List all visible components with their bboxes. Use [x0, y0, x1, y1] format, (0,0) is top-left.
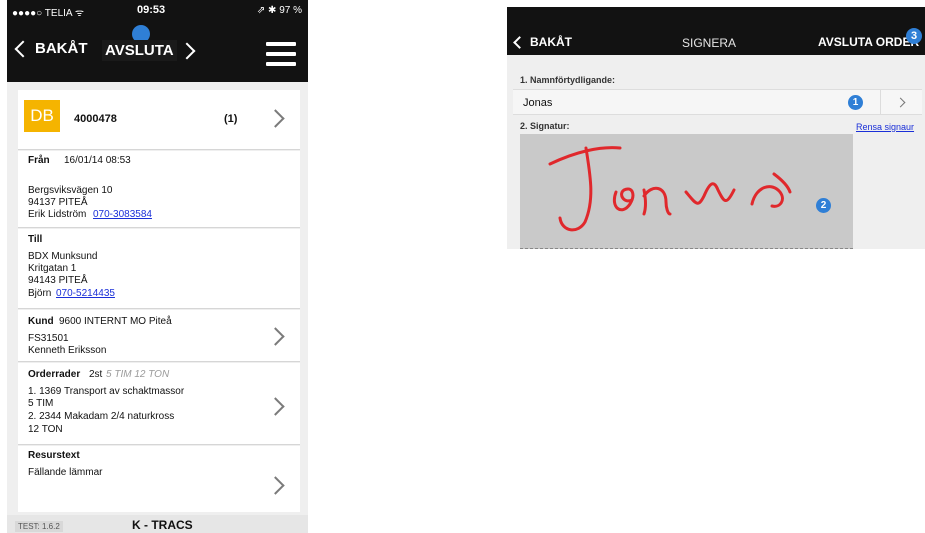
finish-button[interactable]: AVSLUTA	[102, 40, 196, 61]
to-label: Till	[28, 234, 43, 245]
version-label: TEST: 1.6.2	[15, 521, 63, 532]
order-type-badge: DB	[24, 100, 60, 132]
from-contact-name: Erik Lidström	[28, 209, 87, 220]
order-line-2-qty: 12 TON	[28, 424, 63, 435]
screenshot-stage: ●●●●○ TELIA ᯤ 09:53 ⇗ ✱ 97 % BAKÅT AVSLU…	[0, 0, 925, 533]
signature-nav-bar: BAKÅT SIGNERA AVSLUTA ORDER 3	[507, 7, 925, 55]
order-line-2: 2. 2344 Makadam 2/4 naturkross	[28, 411, 175, 422]
chevron-right-icon	[266, 397, 285, 416]
name-value: Jonas	[523, 97, 553, 109]
marker-2-icon: 2	[816, 198, 831, 213]
order-line-1-qty: 5 TIM	[28, 398, 54, 409]
back-label: BAKÅT	[35, 40, 88, 57]
resource-label: Resurstext	[28, 450, 80, 461]
back-button[interactable]: BAKÅT	[513, 35, 572, 49]
chevron-left-icon	[513, 35, 526, 49]
finish-label: AVSLUTA	[102, 40, 177, 61]
order-rows-summary: 5 TIM 12 TON	[106, 369, 170, 380]
finish-order-button[interactable]: AVSLUTA ORDER	[818, 35, 919, 49]
chevron-right-icon	[266, 476, 285, 495]
resource-text-row[interactable]: Resurstext Fällande lämmar	[18, 446, 300, 512]
divider	[880, 90, 881, 114]
customer-person: Kenneth Eriksson	[28, 345, 107, 356]
carrier-label: ●●●●○ TELIA ᯤ	[12, 8, 84, 19]
chevron-left-icon	[14, 40, 32, 57]
hamburger-menu-icon[interactable]	[266, 42, 296, 72]
name-field[interactable]: Jonas 1	[513, 89, 922, 115]
signature-screen: BAKÅT SIGNERA AVSLUTA ORDER 3 1. Namnför…	[507, 7, 925, 249]
back-button[interactable]: BAKÅT	[14, 40, 88, 57]
to-contact-name: Björn	[28, 288, 52, 299]
to-postal: 94143 PITEÅ	[28, 275, 88, 286]
brand-label: K - TRACS	[132, 518, 193, 532]
chevron-right-icon	[895, 97, 906, 108]
chevron-right-icon	[266, 327, 285, 346]
top-nav-bar: BAKÅT AVSLUTA	[7, 20, 308, 82]
order-header-row[interactable]: DB 4000478 (1)	[18, 90, 300, 150]
marker-3-icon: 3	[906, 28, 922, 44]
signature-stroke	[548, 146, 792, 232]
marker-1-icon: 1	[848, 95, 863, 110]
chevron-right-icon	[178, 42, 196, 59]
from-label: Från	[28, 155, 50, 166]
from-datetime: 16/01/14 08:53	[64, 155, 131, 166]
from-section: Från 16/01/14 08:53 Bergsviksvägen 10 94…	[18, 151, 300, 228]
customer-value: 9600 INTERNT MO Piteå	[59, 316, 172, 327]
order-rows-row[interactable]: Orderrader 2st 5 TIM 12 TON 1. 1369 Tran…	[18, 363, 300, 445]
name-section-label: 1. Namnförtydligande:	[520, 75, 616, 85]
order-rows-count: 2st	[89, 369, 103, 380]
status-bar: ●●●●○ TELIA ᯤ 09:53 ⇗ ✱ 97 %	[7, 0, 308, 20]
order-number: 4000478	[74, 113, 117, 125]
bottom-bar: TEST: 1.6.2 K - TRACS	[7, 515, 308, 533]
signature-section-label: 2. Signatur:	[520, 121, 570, 131]
battery-indicator: ⇗ ✱ 97 %	[256, 5, 302, 16]
back-label: BAKÅT	[530, 35, 572, 49]
chevron-right-icon	[266, 109, 285, 128]
signature-baseline	[520, 248, 853, 249]
to-section: Till BDX Munksund Kritgatan 1 94143 PITE…	[18, 229, 300, 309]
clear-signature-link[interactable]: Rensa signaur	[856, 122, 914, 132]
customer-label: Kund	[28, 316, 54, 327]
to-contact-phone-link[interactable]: 070-5214435	[56, 287, 115, 300]
signature-pad[interactable]: 2	[520, 134, 853, 249]
order-count: (1)	[224, 113, 238, 125]
customer-row[interactable]: Kund 9600 INTERNT MO Piteå FS31501 Kenne…	[18, 310, 300, 362]
order-rows-label: Orderrader	[28, 369, 81, 380]
order-detail-screen: ●●●●○ TELIA ᯤ 09:53 ⇗ ✱ 97 % BAKÅT AVSLU…	[7, 0, 308, 533]
from-contact-phone-link[interactable]: 070-3083584	[93, 208, 152, 221]
resource-value: Fällande lämmar	[28, 467, 103, 478]
screen-title: SIGNERA	[682, 36, 737, 50]
clock: 09:53	[137, 4, 166, 16]
